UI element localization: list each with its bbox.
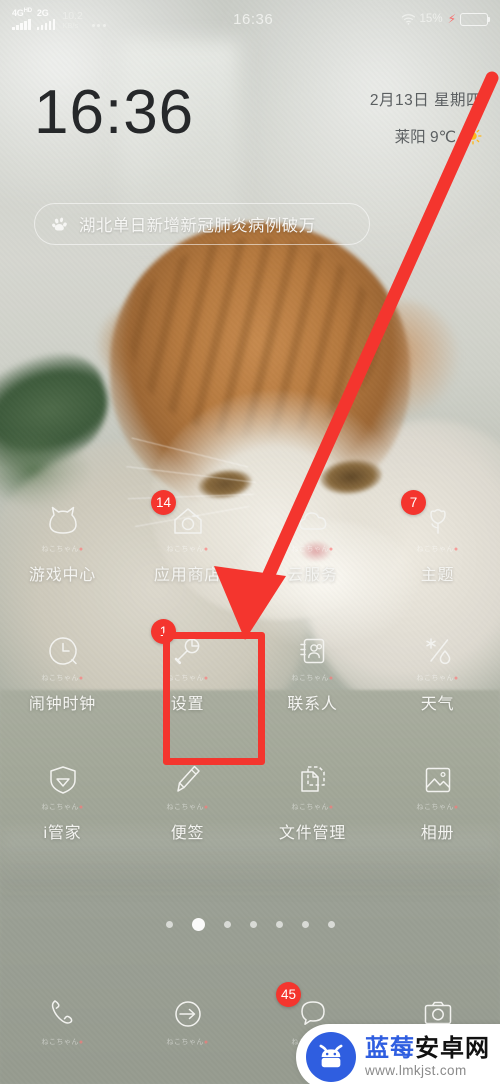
icon-subtext: ねこちゃん● (416, 804, 459, 811)
icon-subtext: ねこちゃん● (291, 675, 334, 682)
weather-snow-rain-icon (416, 629, 460, 672)
network-speed-unit: KB/s (62, 21, 79, 31)
app-notes[interactable]: ねこちゃん● 便签 (125, 756, 250, 843)
app-label: 天气 (420, 696, 455, 713)
app-settings[interactable]: ねこちゃん● 设置 1 (125, 619, 250, 714)
icon-subtext: ねこちゃん● (166, 804, 209, 811)
weather-label: 莱阳 9℃ (394, 129, 456, 146)
app-file-manager[interactable]: ねこちゃん● 文件管理 (250, 756, 375, 843)
sim1-network-label: 4G (12, 8, 24, 18)
page-indicator[interactable] (0, 918, 500, 931)
watermark-name: 蓝莓安卓网 (365, 1035, 490, 1063)
sim2-signal-bars-icon (36, 19, 56, 30)
icon-subtext: ねこちゃん● (416, 546, 459, 553)
app-label: 闹钟时钟 (28, 696, 97, 713)
news-banner[interactable]: 湖北单日新增新冠肺炎病例破万 (34, 203, 370, 245)
app-contacts[interactable]: ねこちゃん● 联系人 (250, 627, 375, 714)
page-dot[interactable] (327, 921, 335, 928)
shield-icon (41, 758, 85, 801)
app-label: 应用商店 (153, 567, 222, 584)
page-dot[interactable] (275, 921, 283, 928)
sim1-signal-bars-icon (12, 19, 31, 30)
app-gallery[interactable]: ねこちゃん● 相册 (375, 756, 500, 843)
browser-arrow-icon (166, 992, 210, 1036)
watermark-url: www.lmkjst.com (365, 1062, 467, 1078)
app-alarm-clock[interactable]: ねこちゃん● 闹钟时钟 (0, 627, 125, 714)
sun-icon (464, 127, 482, 145)
sim1-signal: 4GHD (12, 8, 32, 30)
status-bar-right: 15% ⚡ (401, 12, 500, 26)
dock-phone[interactable]: ねこちゃん● (0, 990, 125, 1047)
page-dot[interactable] (191, 918, 205, 931)
baidu-paw-icon (51, 215, 70, 234)
dock-badge: 45 (276, 982, 302, 1007)
battery-percent-label: 15% (419, 13, 443, 25)
app-badge: 14 (151, 490, 177, 515)
file-manager-icon (291, 758, 335, 801)
cloud-icon (291, 500, 335, 543)
date-weather-widget[interactable]: 2月13日 星期四 莱阳 9℃ (370, 88, 482, 147)
icon-subtext: ねこちゃん● (166, 546, 209, 553)
app-i-manager[interactable]: ねこちゃん● i管家 (0, 756, 125, 843)
app-row-1: ねこちゃん● 游戏中心 ねこちゃん● 应用商店 14 ねこちゃん● 云服务 ねこ… (0, 490, 500, 585)
icon-subtext: ねこちゃん● (291, 546, 334, 553)
app-row-2: ねこちゃん● 闹钟时钟 ねこちゃん● 设置 1 ねこちゃん● 联系人 ねこちゃん… (0, 619, 500, 714)
cat-head-icon (41, 500, 85, 543)
icon-subtext: ねこちゃん● (291, 804, 334, 811)
app-label: 游戏中心 (28, 567, 97, 584)
icon-subtext: ねこちゃん● (41, 675, 84, 682)
page-dot[interactable] (223, 921, 231, 928)
app-theme[interactable]: ねこちゃん● 主题 7 (375, 490, 500, 585)
dock-browser[interactable]: ねこちゃん● (125, 990, 250, 1047)
more-dots-icon (91, 24, 106, 27)
app-weather[interactable]: ねこちゃん● 天气 (375, 627, 500, 714)
status-bar: 4GHD 2G 10.2 KB/s 16:36 15% ⚡ (0, 0, 500, 38)
icon-subtext: ねこちゃん● (41, 546, 84, 553)
app-label: 云服务 (287, 567, 338, 584)
site-watermark: 蓝莓安卓网 www.lmkjst.com (296, 1024, 500, 1084)
photo-album-icon (416, 758, 460, 801)
sim2-network-label: 2G (36, 8, 49, 18)
app-label: 设置 (170, 696, 205, 713)
status-bar-left: 4GHD 2G 10.2 KB/s (0, 8, 106, 30)
sim2-signal: 2G (36, 8, 56, 30)
app-label: 联系人 (287, 696, 338, 713)
date-label: 2月13日 星期四 (369, 92, 482, 109)
icon-subtext: ねこちゃん● (166, 675, 209, 682)
lightning-bolt-icon: ⚡ (447, 12, 456, 26)
app-cloud-service[interactable]: ねこちゃん● 云服务 (250, 498, 375, 585)
clock-icon (41, 629, 85, 672)
phone-screen: 4GHD 2G 10.2 KB/s 16:36 15% ⚡ 16:36 2月13… (0, 0, 500, 1084)
icon-subtext: ねこちゃん● (41, 804, 84, 811)
wifi-icon (401, 13, 416, 25)
app-label: i管家 (43, 825, 82, 842)
contacts-book-icon (291, 629, 335, 672)
icon-subtext: ねこちゃん● (166, 1039, 209, 1046)
android-robot-icon (306, 1032, 356, 1082)
lockscreen-clock[interactable]: 16:36 (34, 82, 194, 144)
news-headline: 湖北单日新增新冠肺炎病例破万 (79, 217, 316, 235)
page-dot[interactable] (249, 921, 257, 928)
app-game-center[interactable]: ねこちゃん● 游戏中心 (0, 498, 125, 585)
icon-subtext: ねこちゃん● (41, 1039, 84, 1046)
network-speed: 10.2 KB/s (62, 11, 82, 30)
page-dot[interactable] (301, 921, 309, 928)
app-label: 便签 (170, 825, 205, 842)
sim1-hd-label: HD (23, 8, 32, 14)
battery-icon (460, 12, 491, 26)
page-dot[interactable] (165, 921, 173, 928)
app-app-store[interactable]: ねこちゃん● 应用商店 14 (125, 490, 250, 585)
pencil-note-icon (166, 758, 210, 801)
status-bar-clock: 16:36 (233, 10, 274, 28)
icon-subtext: ねこちゃん● (416, 675, 459, 682)
app-row-3: ねこちゃん● i管家 ねこちゃん● 便签 ねこちゃん● 文件管理 ねこちゃん● … (0, 756, 500, 843)
phone-icon (41, 992, 85, 1036)
app-grid: ねこちゃん● 游戏中心 ねこちゃん● 应用商店 14 ねこちゃん● 云服务 ねこ… (0, 490, 500, 843)
app-label: 相册 (420, 825, 455, 842)
app-label: 文件管理 (278, 825, 347, 842)
app-badge: 1 (151, 619, 176, 644)
app-badge: 7 (401, 490, 426, 515)
app-label: 主题 (420, 567, 455, 584)
